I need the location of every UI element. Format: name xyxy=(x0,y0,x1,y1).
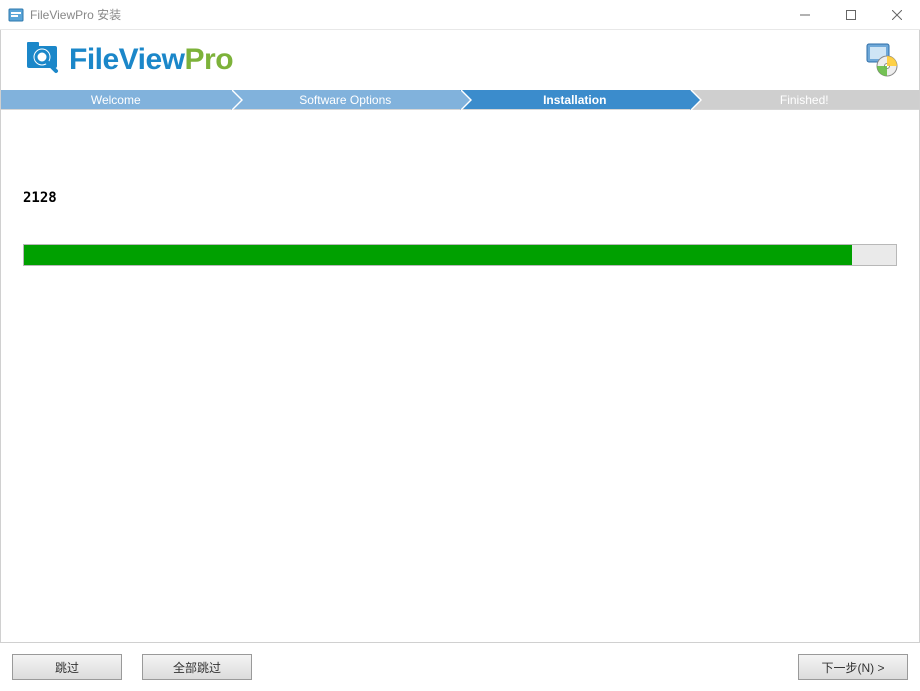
step-installation: Installation xyxy=(460,90,690,109)
logo-part-fileview: FileView xyxy=(69,43,185,76)
window-title: FileViewPro 安装 xyxy=(30,6,121,23)
app-icon xyxy=(8,7,24,23)
progress-counter: 2128 xyxy=(23,190,897,206)
next-button[interactable]: 下一步(N) > xyxy=(798,654,908,680)
step-label: Software Options xyxy=(299,93,391,107)
progress-bar xyxy=(23,244,897,266)
content-area: FileViewPro Welcome Software Options Ins… xyxy=(0,30,920,643)
window-controls xyxy=(782,0,920,30)
logo-part-pro: Pro xyxy=(185,43,234,76)
product-logo: FileViewPro xyxy=(21,42,233,78)
progress-area: 2128 xyxy=(1,110,919,266)
step-software-options: Software Options xyxy=(231,90,461,109)
step-finished: Finished! xyxy=(690,90,920,109)
logo-text: FileViewPro xyxy=(69,43,233,77)
skip-all-button[interactable]: 全部跳过 xyxy=(142,654,252,680)
step-label: Welcome xyxy=(91,93,141,107)
installer-disc-icon xyxy=(863,42,899,78)
magnifier-icon xyxy=(21,42,65,78)
skip-button[interactable]: 跳过 xyxy=(12,654,122,680)
progress-fill xyxy=(24,245,852,265)
footer-left: 跳过 全部跳过 xyxy=(12,654,252,680)
step-label: Installation xyxy=(543,93,606,107)
minimize-button[interactable] xyxy=(782,0,828,30)
close-button[interactable] xyxy=(874,0,920,30)
footer: 跳过 全部跳过 下一步(N) > xyxy=(0,643,920,691)
header: FileViewPro xyxy=(1,30,919,90)
titlebar: FileViewPro 安装 xyxy=(0,0,920,30)
step-label: Finished! xyxy=(780,93,829,107)
step-welcome: Welcome xyxy=(1,90,231,109)
maximize-button[interactable] xyxy=(828,0,874,30)
wizard-steps: Welcome Software Options Installation Fi… xyxy=(1,90,919,110)
